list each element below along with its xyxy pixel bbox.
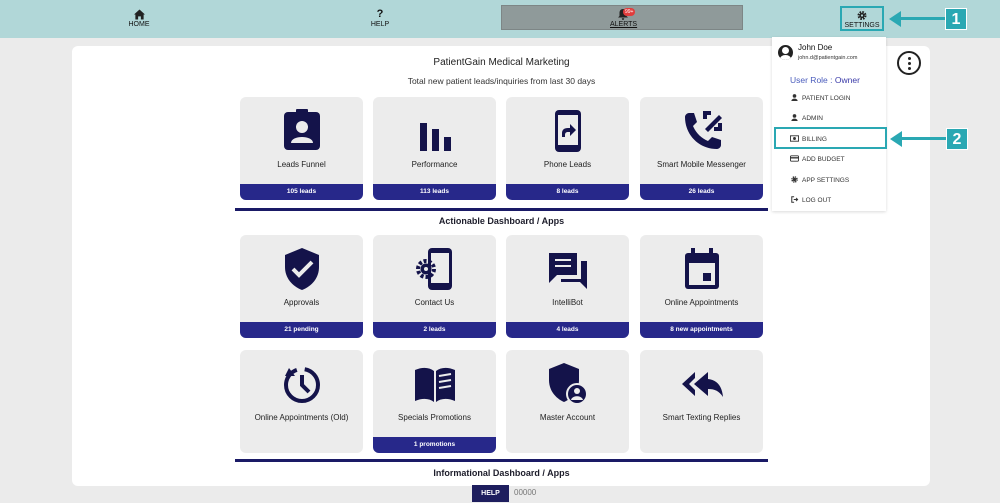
card-performance[interactable]: Performance 113 leads (373, 97, 496, 200)
nav-settings[interactable]: SETTINGS (840, 6, 884, 31)
card-label: Online Appointments (664, 298, 739, 307)
home-icon (133, 9, 145, 20)
menu-item-patient-login[interactable]: PATIENT LOGIN (790, 94, 850, 102)
card-count-bar[interactable]: 113 leads (373, 184, 496, 200)
user-name: John Doe (798, 43, 833, 52)
nav-alerts-label: ALERTS (610, 21, 638, 28)
phone-forward-icon (547, 109, 589, 153)
menu-item-app-settings[interactable]: APP SETTINGS (790, 176, 849, 184)
user-icon (791, 94, 798, 101)
card-intellibot[interactable]: IntelliBot 4 leads (506, 235, 629, 338)
reply-all-icon (681, 362, 723, 406)
nav-alerts-tab[interactable]: 99+ ALERTS (501, 5, 743, 30)
settings-dropdown: John Doe john.d@patientgain.com User Rol… (772, 37, 886, 211)
card-label: Performance (411, 160, 458, 169)
user-tie-icon (791, 114, 798, 121)
question-icon: ? (376, 8, 384, 20)
user-role-label: User Role (790, 75, 828, 85)
dot-icon (908, 67, 911, 70)
callout-1-number: 1 (945, 8, 967, 30)
alerts-count-badge: 99+ (623, 8, 636, 16)
card-count-bar[interactable]: 4 leads (506, 322, 629, 338)
page-title: PatientGain Medical Marketing (433, 57, 570, 68)
card-phone-leads[interactable]: Phone Leads 8 leads (506, 97, 629, 200)
section-divider (235, 459, 768, 462)
more-options-button[interactable] (897, 51, 921, 75)
card-label: Contact Us (414, 298, 455, 307)
card-master-account[interactable]: Master Account (506, 350, 629, 453)
menu-item-label: ADD BUDGET (802, 156, 845, 163)
open-book-icon (414, 362, 456, 406)
card-count-bar[interactable]: 1 promotions (373, 437, 496, 453)
card-label: Specials Promotions (398, 413, 471, 422)
card-online-appointments[interactable]: Online Appointments 8 new appointments (640, 235, 763, 338)
card-label: Smart Mobile Messenger (657, 160, 746, 169)
shield-check-icon (281, 247, 323, 291)
callout-1-arrow (899, 17, 945, 20)
nav-home-label: HOME (128, 21, 150, 28)
callout-2-number: 2 (946, 128, 968, 150)
card-approvals[interactable]: Approvals 21 pending (240, 235, 363, 338)
clock-refresh-icon (281, 362, 323, 406)
user-role-value: Owner (834, 75, 860, 85)
card-count-bar[interactable]: 8 new appointments (640, 322, 763, 338)
callout-2-arrow (900, 137, 946, 140)
top-nav-bar: HOME ? HELP 99+ ALERTS SETTINGS (0, 0, 1000, 38)
menu-item-admin[interactable]: ADMIN (790, 114, 823, 122)
chat-bubbles-icon (547, 247, 589, 291)
card-count-bar[interactable]: 26 leads (640, 184, 763, 200)
nav-settings-label: SETTINGS (844, 22, 880, 29)
user-role: User Role : Owner (790, 75, 860, 85)
card-label: Master Account (539, 413, 596, 422)
menu-item-label: ADMIN (802, 115, 823, 122)
sign-out-icon (791, 196, 799, 203)
gear-icon (857, 10, 867, 21)
menu-item-label: PATIENT LOGIN (802, 95, 851, 102)
bar-chart-icon (414, 109, 456, 153)
section-divider (235, 208, 768, 211)
card-count-bar[interactable]: 21 pending (240, 322, 363, 338)
page-subtitle: Total new patient leads/inquiries from l… (407, 76, 596, 86)
phone-callback-icon (681, 109, 723, 153)
card-contact-us[interactable]: Contact Us 2 leads (373, 235, 496, 338)
menu-item-label: APP SETTINGS (802, 177, 850, 184)
section-heading-actionable: Actionable Dashboard / Apps (438, 216, 565, 226)
phone-settings-icon (414, 247, 456, 291)
footer-code: 00000 (514, 488, 537, 497)
card-specials-promotions[interactable]: Specials Promotions 1 promotions (373, 350, 496, 453)
card-count-bar[interactable]: 105 leads (240, 184, 363, 200)
section-heading-informational: Informational Dashboard / Apps (433, 468, 570, 478)
billing-highlight (774, 127, 887, 149)
menu-item-add-budget[interactable]: ADD BUDGET (790, 155, 845, 163)
user-role-separator: : (830, 75, 833, 85)
card-label: Approvals (283, 298, 320, 307)
credit-card-icon (790, 155, 799, 162)
card-smart-texting-replies[interactable]: Smart Texting Replies (640, 350, 763, 453)
nav-help[interactable]: ? HELP (368, 8, 392, 29)
nav-home[interactable]: HOME (126, 9, 152, 28)
avatar-icon (778, 45, 793, 60)
card-leads-funnel[interactable]: Leads Funnel 105 leads (240, 97, 363, 200)
user-email: john.d@patientgain.com (798, 55, 858, 61)
nav-help-label: HELP (370, 21, 390, 28)
calendar-icon (681, 247, 723, 291)
card-online-appointments-old[interactable]: Online Appointments (Old) (240, 350, 363, 453)
menu-item-label: LOG OUT (802, 197, 832, 204)
card-count-bar[interactable]: 2 leads (373, 322, 496, 338)
nav-alerts[interactable]: 99+ ALERTS (610, 8, 638, 28)
card-label: Leads Funnel (277, 160, 326, 169)
footer-help-button[interactable]: HELP (472, 485, 509, 502)
dot-icon (908, 57, 911, 60)
card-label: Smart Texting Replies (662, 413, 741, 422)
card-count-bar[interactable]: 8 leads (506, 184, 629, 200)
gear-icon (791, 176, 798, 183)
contact-badge-icon (281, 109, 323, 153)
card-label: Phone Leads (543, 160, 592, 169)
card-label: IntelliBot (552, 298, 583, 307)
dot-icon (908, 62, 911, 65)
card-label: Online Appointments (Old) (254, 413, 349, 422)
shield-user-icon (547, 362, 589, 406)
card-smart-mobile-messenger[interactable]: Smart Mobile Messenger 26 leads (640, 97, 763, 200)
menu-item-log-out[interactable]: LOG OUT (790, 196, 831, 204)
